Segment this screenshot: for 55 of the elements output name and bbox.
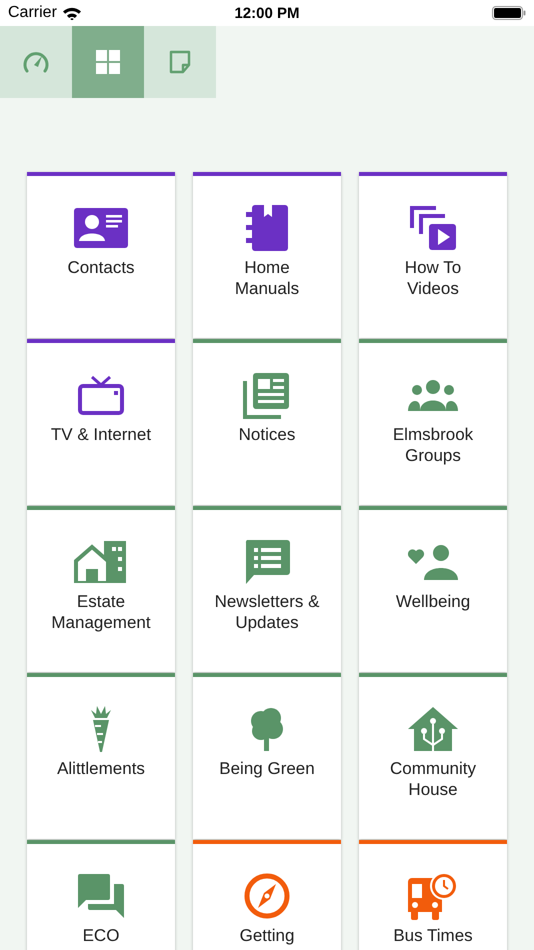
tile-label: Estate Management [51, 591, 151, 633]
tab[interactable] [0, 26, 72, 98]
menu-tile[interactable]: Estate Management [27, 506, 175, 672]
video-stack-icon [410, 206, 456, 250]
menu-tile[interactable]: Contacts [27, 172, 175, 338]
gauge-icon [22, 50, 50, 74]
contact-card-icon [74, 208, 128, 248]
heart-person-icon [408, 544, 458, 580]
grid-icon [96, 50, 120, 74]
tile-label: Home Manuals [234, 257, 300, 299]
tile-label: Wellbeing [396, 591, 470, 612]
chat-list-icon [244, 540, 290, 584]
menu-tile[interactable]: TV & Internet [27, 339, 175, 505]
people-group-icon [408, 379, 458, 411]
menu-tile[interactable]: Alittlements [27, 673, 175, 839]
menu-tile[interactable]: Newsletters & Updates [193, 506, 341, 672]
menu-tile[interactable]: Being Green [193, 673, 341, 839]
menu-tile[interactable]: Bus Times [359, 840, 507, 950]
menu-tile[interactable]: ECO [27, 840, 175, 950]
tile-label: Elmsbrook Groups [392, 424, 474, 466]
status-time: 12:00 PM [234, 4, 300, 22]
compass-icon [244, 873, 290, 919]
tile-label: Being Green [219, 758, 315, 779]
house-circuit-icon [408, 707, 458, 751]
tv-icon [78, 375, 124, 415]
tile-label: How To Videos [404, 257, 462, 299]
tile-label: Notices [238, 424, 296, 445]
tile-label: Contacts [67, 257, 135, 278]
bus-clock-icon [408, 872, 458, 920]
tile-label: Getting [240, 925, 294, 946]
battery-icon [492, 6, 526, 20]
menu-tile[interactable]: How To Videos [359, 172, 507, 338]
tile-label: Community House [390, 758, 476, 800]
tile-label: Newsletters & Updates [214, 591, 320, 633]
menu-tile[interactable]: Community House [359, 673, 507, 839]
tree-icon [249, 707, 285, 751]
menu-tile[interactable]: Getting [193, 840, 341, 950]
notebook-icon [246, 205, 288, 251]
tile-label: Bus Times [393, 925, 473, 946]
buildings-icon [74, 541, 128, 583]
wifi-icon [62, 6, 81, 20]
menu-tile[interactable]: Elmsbrook Groups [359, 339, 507, 505]
carrier-name: Carrier [8, 4, 57, 22]
tile-label: TV & Internet [50, 424, 152, 445]
newspaper-icon [243, 371, 291, 419]
menu-tile[interactable]: Notices [193, 339, 341, 505]
chat-bubbles-icon [78, 874, 124, 918]
tile-label: ECO [82, 925, 120, 946]
tab[interactable] [144, 26, 216, 98]
tile-label: Alittlements [57, 758, 145, 779]
carrot-icon [89, 706, 113, 752]
menu-tile[interactable]: Home Manuals [193, 172, 341, 338]
note-icon [168, 50, 192, 74]
tab[interactable] [72, 26, 144, 98]
menu-tile[interactable]: Wellbeing [359, 506, 507, 672]
